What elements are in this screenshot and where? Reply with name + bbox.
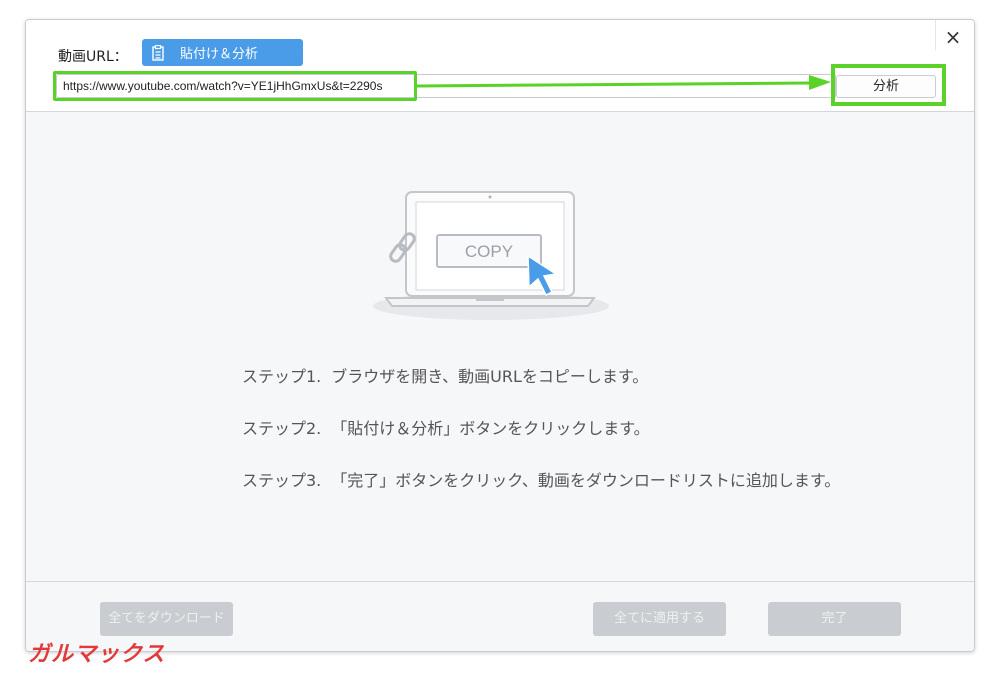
download-all-button[interactable]: 全てをダウンロード (100, 602, 233, 636)
dialog-footer: 全てをダウンロード 全てに適用する 完了 (26, 581, 974, 651)
url-input[interactable]: https://www.youtube.com/watch?v=YE1jHhGm… (56, 74, 836, 98)
done-button[interactable]: 完了 (768, 602, 901, 636)
step-3: ステップ3. 「完了」ボタンをクリック、動画をダウンロードリストに追加します。 (242, 470, 862, 492)
step-1: ステップ1. ブラウザを開き、動画URLをコピーします。 (242, 366, 862, 388)
step-3-number: ステップ3. (242, 471, 322, 490)
url-label: 動画URL： (58, 49, 128, 65)
copy-illustration: COPY (366, 188, 641, 328)
step-2: ステップ2. 「貼付け＆分析」ボタンをクリックします。 (242, 418, 862, 440)
url-header: × 動画URL： 貼付け＆分析 https://www.youtube.com/… (26, 20, 974, 112)
apply-to-all-button[interactable]: 全てに適用する (593, 602, 726, 636)
step-3-text: 「完了」ボタンをクリック、動画をダウンロードリストに追加します。 (331, 471, 841, 490)
step-2-number: ステップ2. (242, 419, 322, 438)
paste-and-analyze-button[interactable]: 貼付け＆分析 (142, 39, 303, 66)
step-2-text: 「貼付け＆分析」ボタンをクリックします。 (331, 419, 650, 438)
copy-label: COPY (465, 242, 513, 261)
clipboard-icon (152, 44, 166, 61)
paste-and-analyze-label: 貼付け＆分析 (180, 47, 259, 62)
watermark-logo: ガルマックス (28, 642, 166, 667)
close-separator (935, 20, 936, 50)
step-1-number: ステップ1. (242, 367, 322, 386)
close-icon[interactable]: × (942, 26, 964, 48)
download-dialog: × 動画URL： 貼付け＆分析 https://www.youtube.com/… (25, 19, 975, 652)
url-input-value: https://www.youtube.com/watch?v=YE1jHhGm… (63, 79, 383, 93)
analyze-button[interactable]: 分析 (836, 75, 936, 98)
step-1-text: ブラウザを開き、動画URLをコピーします。 (331, 367, 649, 386)
highlight-arrow (416, 75, 831, 90)
